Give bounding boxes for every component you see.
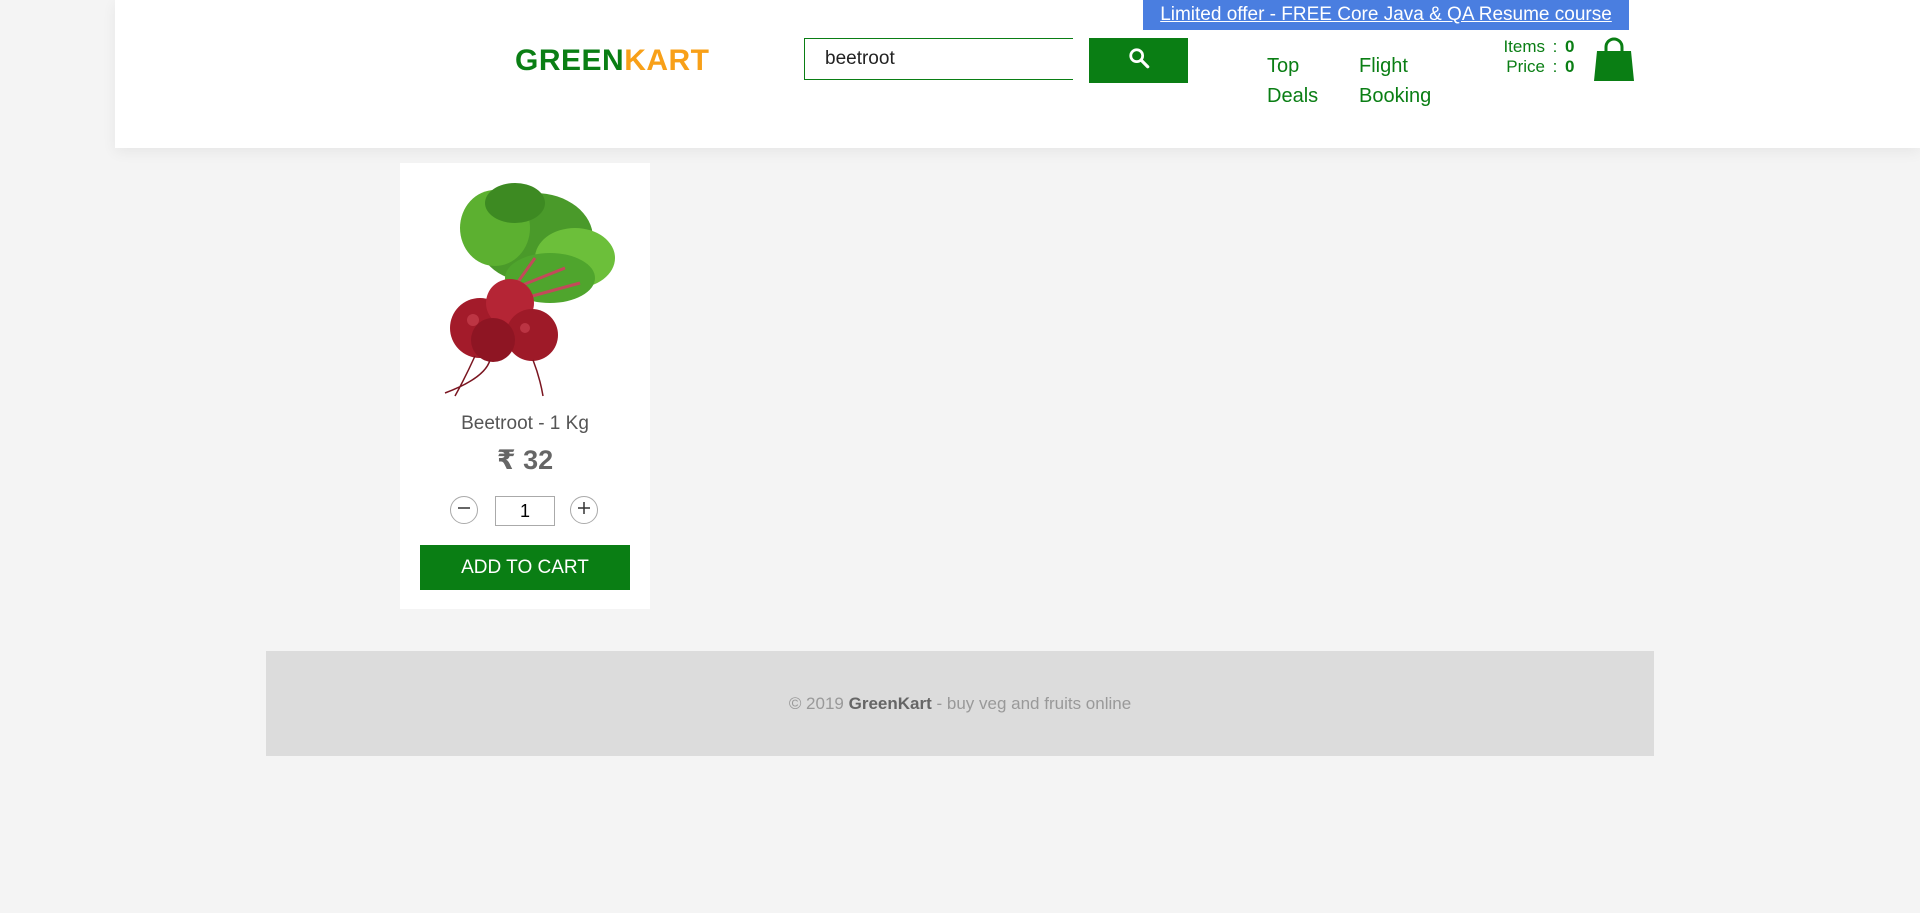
price-label: Price <box>1506 57 1545 76</box>
cart-info: Items : 0 Price : 0 <box>1485 37 1574 77</box>
search-button[interactable] <box>1089 38 1188 83</box>
footer-tagline: - buy veg and fruits online <box>936 694 1132 713</box>
product-price: ₹ 32 <box>496 445 554 475</box>
items-label: Items <box>1503 37 1545 56</box>
offer-link[interactable]: Limited offer - FREE Core Java & QA Resu… <box>1143 0 1629 30</box>
nav-flight-booking[interactable]: Flight Booking <box>1359 51 1439 111</box>
increment-button[interactable] <box>570 496 598 524</box>
price-separator: : <box>1552 57 1558 76</box>
plus-icon <box>577 501 591 520</box>
product-card: Beetroot - 1 Kg ₹ 32 ADD TO CART <box>400 163 650 609</box>
price-total: 0 <box>1565 57 1575 76</box>
footer-brand: GreenKart <box>848 694 932 713</box>
footer: © 2019 GreenKart - buy veg and fruits on… <box>266 651 1654 756</box>
nav-top-deals[interactable]: Top Deals <box>1267 51 1327 111</box>
brand-green: GREEN <box>515 44 625 77</box>
brand-logo: GREENKART <box>515 44 710 78</box>
brand-kart: KART <box>624 44 710 77</box>
add-to-cart-button[interactable]: ADD TO CART <box>420 545 630 590</box>
search-icon <box>1128 47 1150 74</box>
search-input[interactable] <box>804 38 1073 80</box>
decrement-button[interactable] <box>450 496 478 524</box>
items-separator: : <box>1552 37 1558 56</box>
product-name: Beetroot - 1 Kg <box>461 413 589 434</box>
beetroot-image <box>415 178 635 400</box>
footer-copyright: © 2019 <box>788 694 844 713</box>
items-count: 0 <box>1565 37 1575 56</box>
minus-icon <box>457 501 471 520</box>
quantity-input[interactable] <box>495 496 555 526</box>
shopping-bag-icon[interactable] <box>1593 37 1635 87</box>
